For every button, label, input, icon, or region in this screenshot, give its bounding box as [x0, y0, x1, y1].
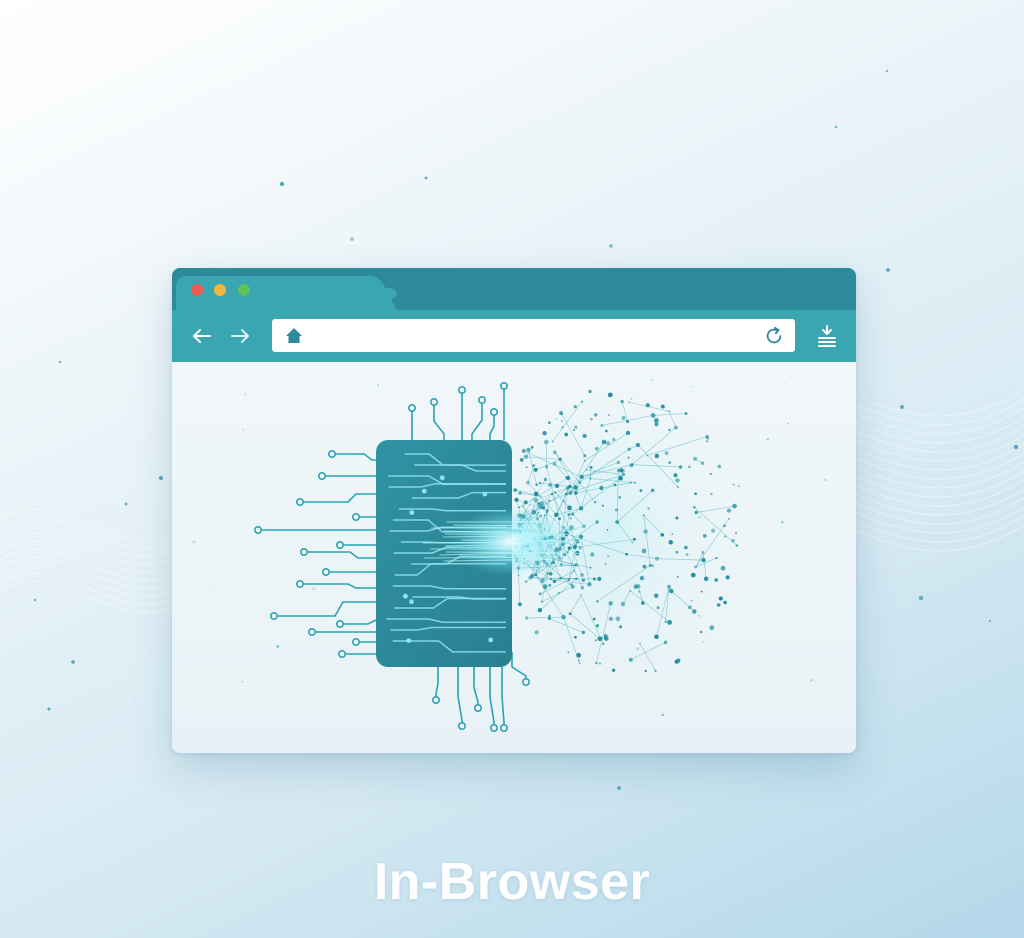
- forward-button[interactable]: [226, 322, 254, 350]
- arrow-right-icon: [231, 329, 249, 343]
- page-caption: In-Browser: [373, 853, 651, 911]
- address-bar[interactable]: [272, 319, 795, 352]
- minimize-window-button[interactable]: [214, 284, 226, 296]
- arrow-left-icon: [193, 329, 211, 343]
- home-icon[interactable]: [284, 326, 304, 346]
- maximize-window-button[interactable]: [238, 284, 250, 296]
- url-input[interactable]: [310, 323, 754, 350]
- page-content: [172, 362, 856, 753]
- tab-strip: [172, 268, 856, 310]
- browser-toolbar: [172, 310, 856, 362]
- ai-illustration: [192, 378, 827, 732]
- close-window-button[interactable]: [191, 284, 203, 296]
- browser-window: [172, 268, 856, 753]
- reload-icon[interactable]: [763, 325, 785, 347]
- browser-tab[interactable]: [176, 276, 372, 310]
- download-menu-icon[interactable]: [814, 323, 840, 349]
- back-button[interactable]: [188, 322, 216, 350]
- new-tab-button[interactable]: [382, 288, 397, 299]
